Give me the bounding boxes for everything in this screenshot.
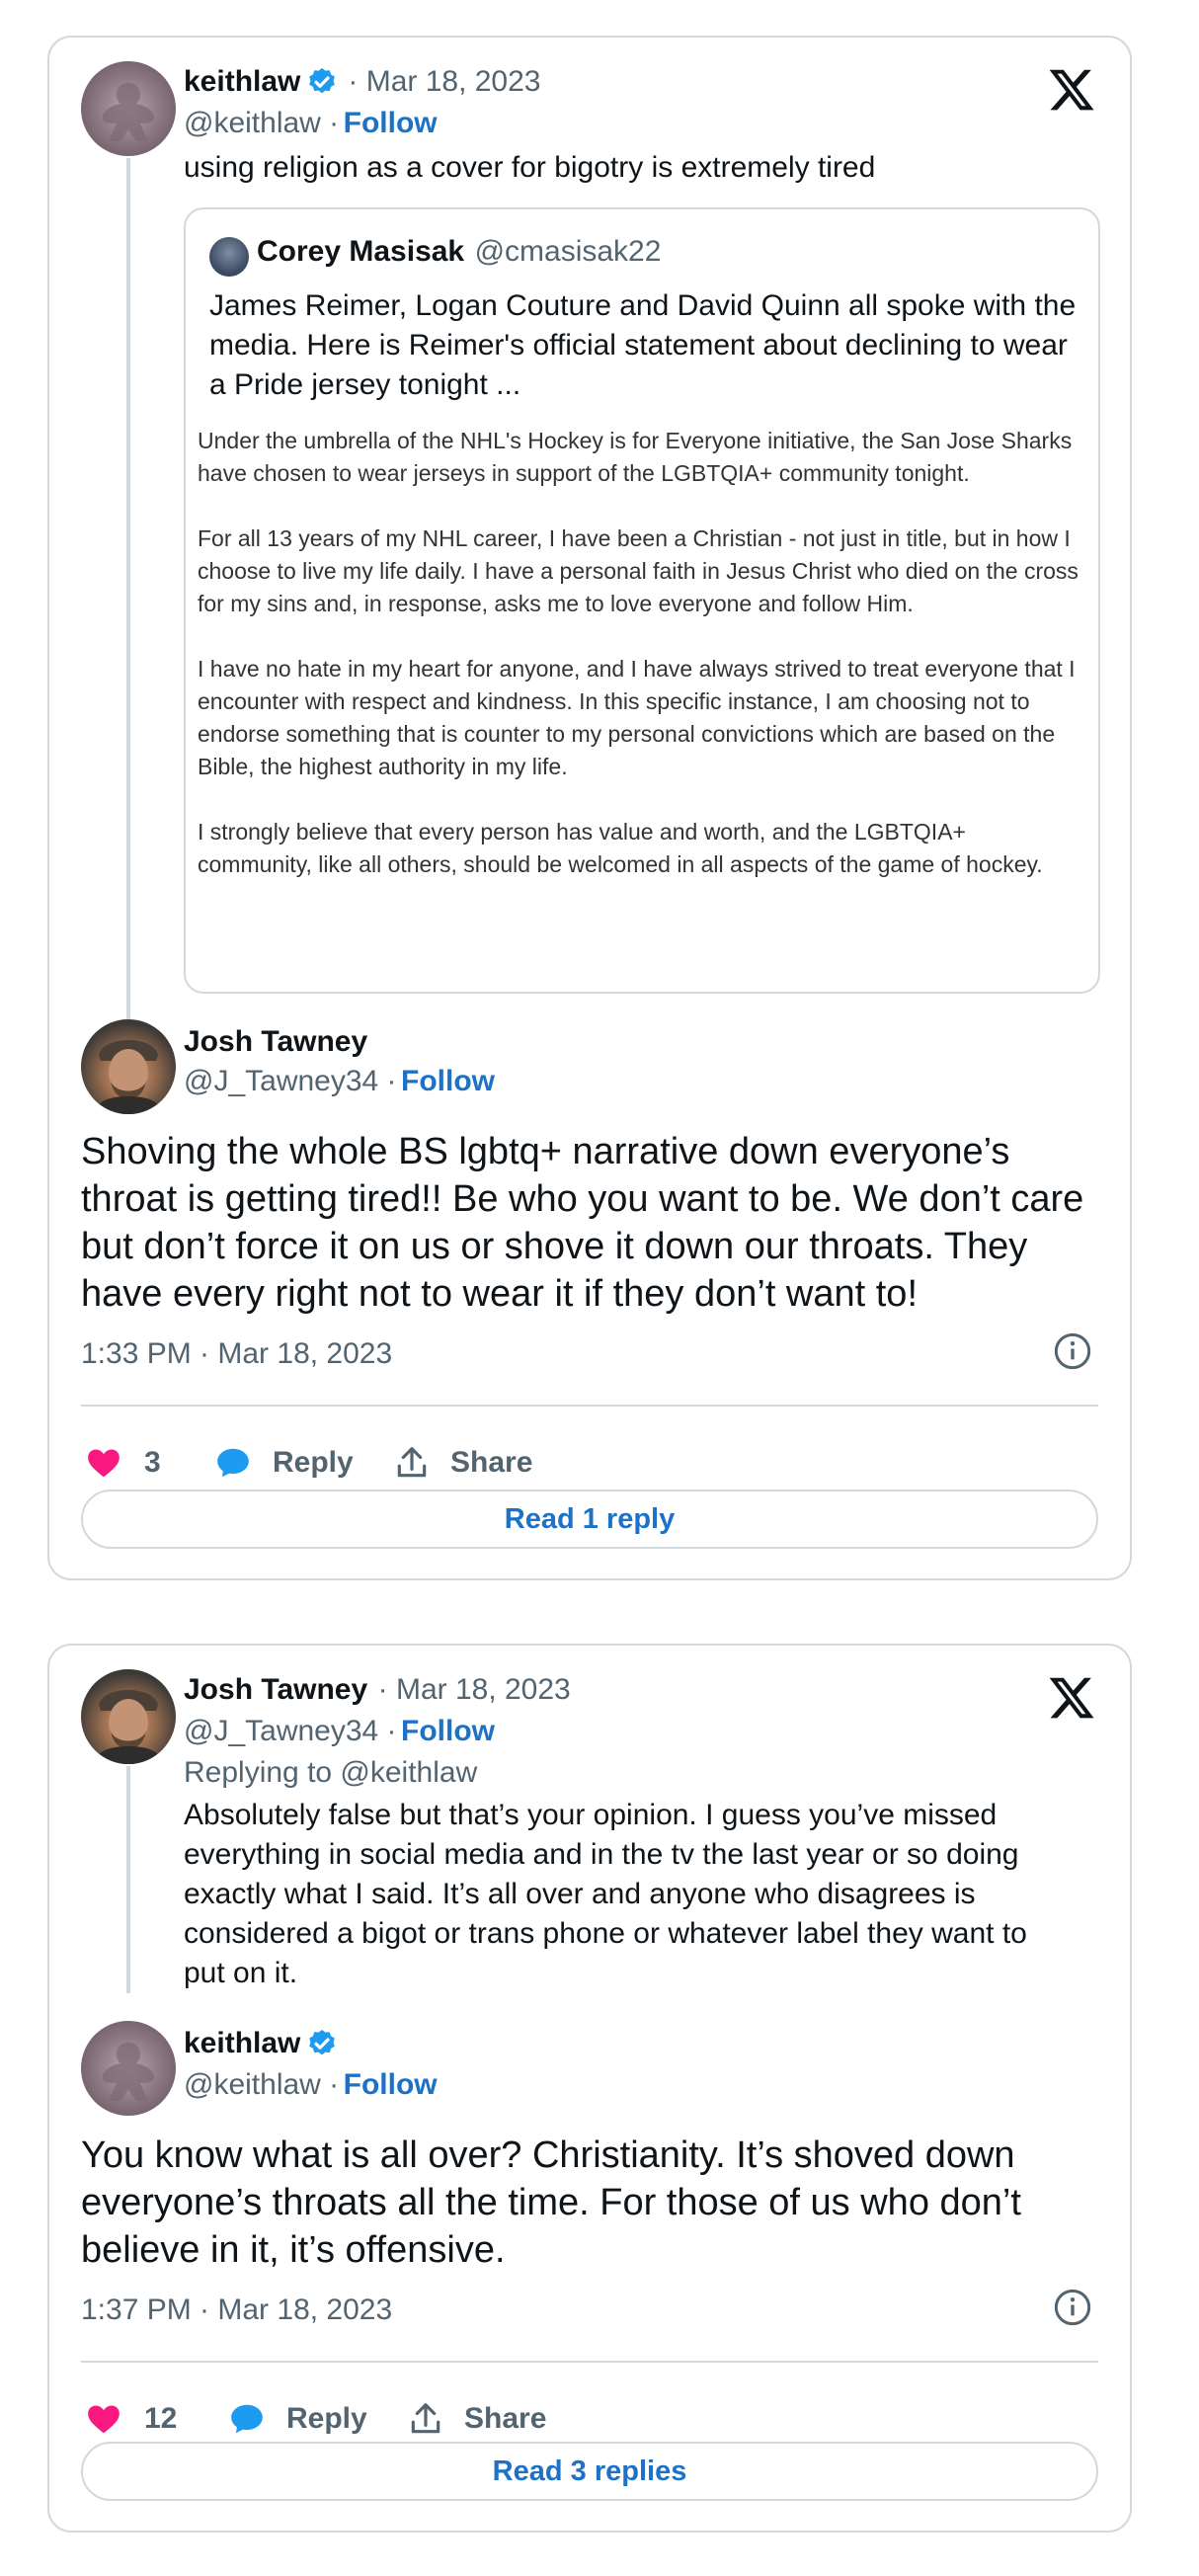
verified-badge-icon — [309, 68, 336, 94]
x-logo-icon[interactable] — [1047, 65, 1096, 115]
author-name[interactable]: keithlaw — [184, 2027, 300, 2060]
avatar[interactable] — [81, 61, 176, 156]
reply-bubble-icon — [231, 2404, 263, 2434]
reply-label: Reply — [273, 1446, 354, 1479]
divider — [81, 2361, 1098, 2363]
share-label: Share — [450, 1446, 533, 1479]
share-icon — [411, 2403, 440, 2434]
statement-image: Under the umbrella of the NHL's Hockey i… — [198, 425, 1084, 914]
follow-button[interactable]: Follow — [401, 1065, 495, 1097]
like-button[interactable]: 3 — [85, 1444, 161, 1482]
read-replies-button[interactable]: Read 3 replies — [81, 2442, 1098, 2501]
quoted-author-handle: @cmasisak22 — [474, 235, 662, 268]
follow-button[interactable]: Follow — [401, 1715, 495, 1747]
tweet-header: keithlaw — [184, 2027, 338, 2060]
meeple-avatar-icon — [103, 2043, 154, 2101]
tweet-date[interactable]: · Mar 18, 2023 — [348, 65, 540, 99]
replying-to[interactable]: Replying to @keithlaw — [184, 1756, 477, 1790]
tweet-header: Josh Tawney · Mar 18, 2023 — [184, 1673, 571, 1707]
share-button[interactable]: Share — [407, 2400, 546, 2438]
x-logo-icon[interactable] — [1047, 1673, 1096, 1723]
author-handle[interactable]: @J_Tawney34 · — [184, 1065, 397, 1097]
thread-line — [126, 1766, 130, 1993]
like-count: 3 — [144, 1446, 161, 1479]
like-button[interactable]: 12 — [85, 2400, 177, 2438]
tweet-timestamp[interactable]: 1:33 PM · Mar 18, 2023 — [81, 1337, 392, 1371]
read-replies-button[interactable]: Read 1 reply — [81, 1489, 1098, 1549]
reply-bubble-icon — [217, 1448, 249, 1478]
statement-paragraph: Under the umbrella of the NHL's Hockey i… — [198, 428, 1073, 486]
person-photo-icon — [93, 1690, 164, 1764]
statement-paragraph: I have no hate in my heart for anyone, a… — [198, 656, 1076, 779]
tweet-text: Absolutely false but that’s your opinion… — [184, 1799, 1027, 1989]
like-count: 12 — [144, 2402, 178, 2435]
quoted-header: Corey Masisak @cmasisak22 — [257, 235, 661, 269]
handle-row: @J_Tawney34 · Follow — [184, 1065, 495, 1098]
follow-button[interactable]: Follow — [344, 2068, 438, 2101]
divider — [81, 1405, 1098, 1407]
verified-badge-icon — [309, 2030, 336, 2055]
share-button[interactable]: Share — [393, 1444, 532, 1482]
person-photo-icon — [93, 1040, 164, 1114]
tweet-timestamp[interactable]: 1:37 PM · Mar 18, 2023 — [81, 2294, 392, 2327]
statement-paragraph: I strongly believe that every person has… — [198, 819, 1043, 877]
avatar[interactable] — [81, 2021, 176, 2116]
tweet-text: You know what is all over? Christianity.… — [81, 2134, 1021, 2271]
quoted-avatar — [209, 237, 249, 277]
handle-row: @keithlaw · Follow — [184, 107, 438, 140]
author-handle[interactable]: @keithlaw · — [184, 2068, 339, 2101]
heart-icon — [88, 2405, 120, 2434]
avatar[interactable] — [81, 1019, 176, 1114]
embedded-tweet-card: Josh Tawney · Mar 18, 2023 @J_Tawney34 ·… — [47, 1644, 1132, 2533]
info-icon[interactable] — [1053, 1331, 1092, 1371]
handle-row: @keithlaw · Follow — [184, 2068, 438, 2102]
reply-label: Reply — [286, 2402, 367, 2435]
tweet-text: Shoving the whole BS lgbtq+ narrative do… — [81, 1131, 1084, 1315]
author-handle[interactable]: @J_Tawney34 · — [184, 1715, 397, 1747]
info-icon[interactable] — [1053, 2288, 1092, 2327]
share-label: Share — [464, 2402, 547, 2435]
author-handle[interactable]: @keithlaw · — [184, 107, 339, 139]
meeple-avatar-icon — [103, 83, 154, 141]
tweet-header: keithlaw · Mar 18, 2023 — [184, 65, 540, 99]
tweet-date[interactable]: · Mar 18, 2023 — [378, 1673, 571, 1706]
reply-button[interactable]: Reply — [213, 1444, 354, 1482]
embedded-tweet-card: keithlaw · Mar 18, 2023 @keithlaw · Foll… — [47, 36, 1132, 1580]
follow-button[interactable]: Follow — [344, 107, 438, 139]
reply-button[interactable]: Reply — [227, 2400, 367, 2438]
author-name[interactable]: Josh Tawney — [184, 1025, 367, 1059]
author-name[interactable]: Josh Tawney — [184, 1673, 367, 1706]
share-icon — [397, 1447, 427, 1478]
author-name[interactable]: keithlaw — [184, 65, 300, 99]
avatar[interactable] — [81, 1669, 176, 1764]
handle-row: @J_Tawney34 · Follow — [184, 1715, 495, 1748]
statement-paragraph: For all 13 years of my NHL career, I hav… — [198, 525, 1079, 616]
quoted-text: James Reimer, Logan Couture and David Qu… — [209, 289, 1077, 401]
thread-line — [126, 158, 130, 1019]
quoted-author-name: Corey Masisak — [257, 235, 465, 268]
quoted-tweet[interactable]: Corey Masisak @cmasisak22 James Reimer, … — [184, 207, 1100, 994]
tweet-text: using religion as a cover for bigotry is… — [184, 151, 876, 184]
heart-icon — [88, 1449, 120, 1478]
